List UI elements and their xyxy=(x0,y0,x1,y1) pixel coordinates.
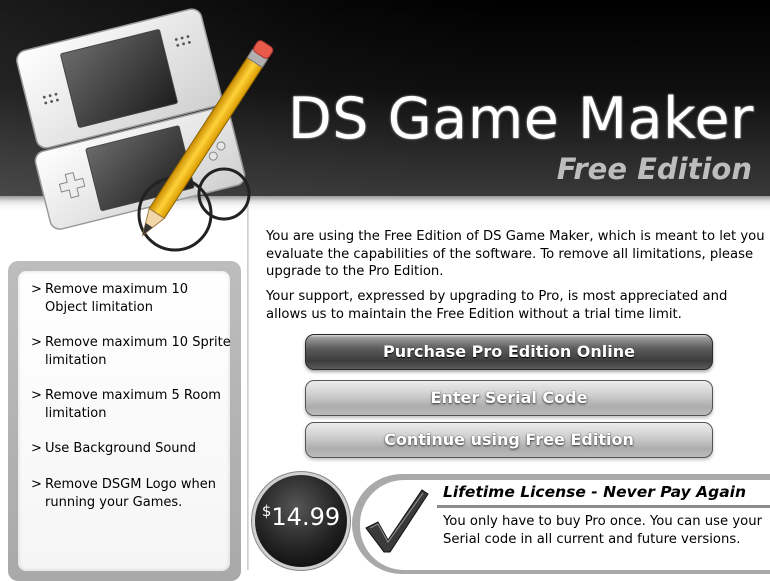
feature-bullet: > xyxy=(31,441,42,456)
continue-free-button[interactable]: Continue using Free Edition xyxy=(305,422,713,458)
feature-bullet: > xyxy=(31,388,42,403)
feature-bullet: > xyxy=(31,477,42,492)
checkmark-icon xyxy=(365,489,429,553)
feature-item-remove-logo: > Remove DSGM Logo when running your Gam… xyxy=(31,476,231,512)
enter-serial-button[interactable]: Enter Serial Code xyxy=(305,380,713,416)
nintendo-ds-with-pencil-icon xyxy=(16,8,274,252)
feature-bullet: > xyxy=(31,282,42,297)
edition-subtitle: Free Edition xyxy=(556,152,752,186)
price-label: $14.99 xyxy=(255,502,347,531)
license-title-underline xyxy=(437,505,770,508)
feature-text: Remove maximum 10 Object limitation xyxy=(45,282,189,315)
feature-text: Remove maximum 5 Room limitation xyxy=(45,388,221,421)
license-title: Lifetime License - Never Pay Again xyxy=(443,483,747,501)
app-title: DS Game Maker xyxy=(287,86,754,152)
feature-item-background-sound: > Use Background Sound xyxy=(31,440,231,458)
feature-text: Remove DSGM Logo when running your Games… xyxy=(45,477,216,510)
license-description: You only have to buy Pro once. You can u… xyxy=(443,514,762,547)
support-paragraph: Your support, expressed by upgrading to … xyxy=(266,289,728,322)
feature-item-object-limit: > Remove maximum 10 Object limitation xyxy=(31,281,231,317)
feature-item-sprite-limit: > Remove maximum 10 Sprite limitation xyxy=(31,334,231,370)
purchase-pro-button[interactable]: Purchase Pro Edition Online xyxy=(305,334,713,370)
feature-item-room-limit: > Remove maximum 5 Room limitation xyxy=(31,387,231,423)
feature-text: Remove maximum 10 Sprite limitation xyxy=(45,335,231,368)
currency-symbol: $ xyxy=(261,502,272,520)
feature-bullet: > xyxy=(31,335,42,350)
feature-text: Use Background Sound xyxy=(45,441,197,456)
intro-paragraph: You are using the Free Edition of DS Gam… xyxy=(266,229,765,279)
price-value: 14.99 xyxy=(271,503,341,531)
